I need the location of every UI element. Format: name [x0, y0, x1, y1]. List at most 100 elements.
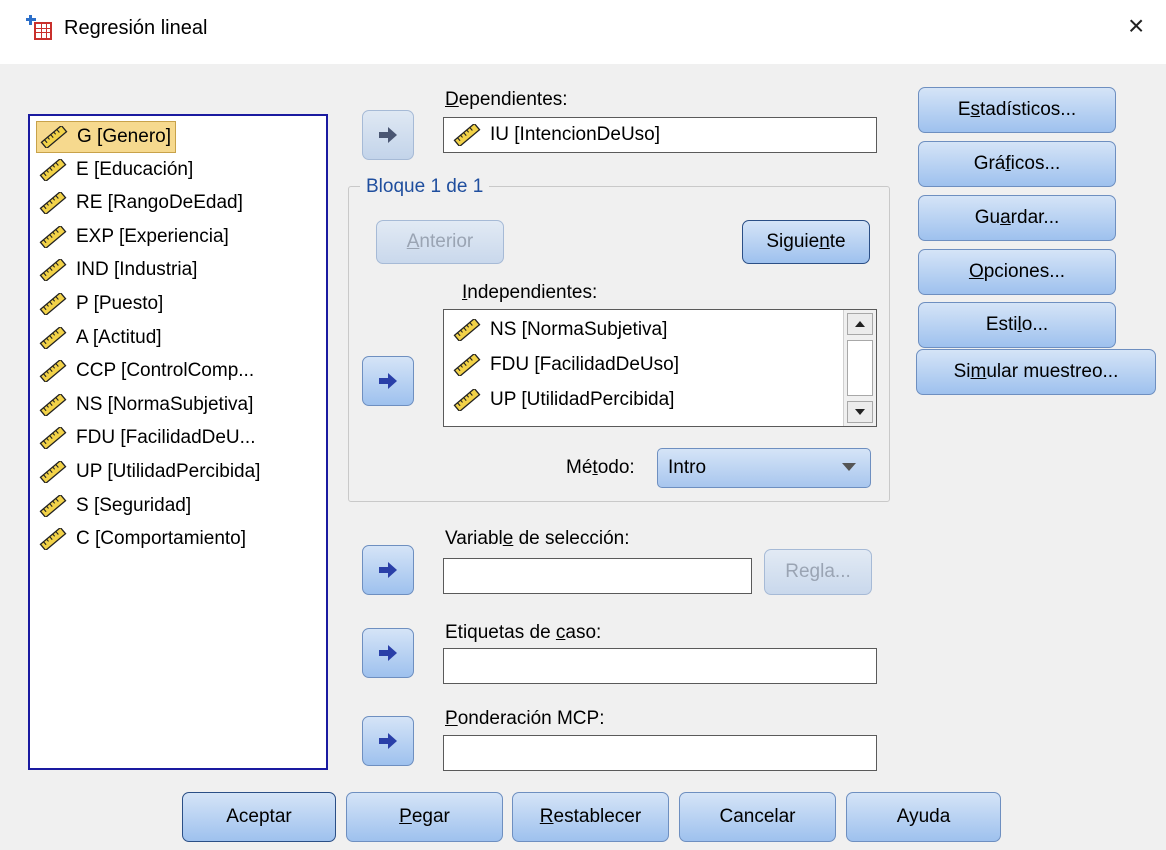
- dependent-item[interactable]: IU [IntencionDeUso]: [444, 118, 876, 152]
- case-labels-field[interactable]: [443, 648, 877, 684]
- variable-item[interactable]: EXP [Experiencia]: [36, 222, 233, 252]
- style-button[interactable]: Esti l o...: [918, 302, 1116, 348]
- dependents-field[interactable]: IU [IntencionDeUso]: [443, 117, 877, 153]
- independents-list[interactable]: NS [NormaSubjetiva] FDU [FacilidadDeUso] U…: [443, 309, 877, 427]
- variable-item[interactable]: RE [RangoDeEdad]: [36, 188, 247, 218]
- variable-item[interactable]: A [Actitud]: [36, 323, 166, 353]
- scale-ruler-icon: [453, 354, 481, 376]
- cancel-button[interactable]: Cancelar: [679, 792, 836, 842]
- variable-label: FDU [FacilidadDeU...: [76, 427, 256, 449]
- plots-button[interactable]: Grá f icos...: [918, 141, 1116, 187]
- move-to-dependents-button[interactable]: [362, 110, 414, 160]
- scale-ruler-icon: [39, 461, 67, 483]
- scroll-thumb[interactable]: [847, 340, 873, 396]
- chevron-down-icon: [842, 463, 856, 471]
- scale-ruler-icon: [39, 326, 67, 349]
- scale-ruler-icon: [453, 319, 481, 341]
- method-value: Intro: [668, 457, 707, 478]
- rule-mnemonic: g: [809, 561, 821, 582]
- arrow-right-icon: [379, 733, 397, 749]
- style-label-a: Esti: [985, 314, 1018, 335]
- paste-button[interactable]: Pegar: [346, 792, 503, 842]
- rule-label-a: Re: [785, 561, 810, 582]
- independents-label: Independientes:: [462, 282, 597, 304]
- scroll-down-icon[interactable]: [847, 401, 873, 423]
- rule-button[interactable]: Re g la...: [764, 549, 872, 595]
- independents-scrollbar[interactable]: [843, 310, 876, 426]
- scale-ruler-icon: [39, 494, 67, 517]
- move-to-selection-button[interactable]: [362, 545, 414, 595]
- variable-item[interactable]: NS [NormaSubjetiva]: [36, 390, 257, 420]
- variable-item[interactable]: P [Puesto]: [36, 289, 167, 319]
- independent-label: UP [UtilidadPercibida]: [490, 389, 675, 410]
- bootstrap-button[interactable]: Si m ular muestreo...: [916, 349, 1156, 395]
- method-select[interactable]: Intro: [657, 448, 871, 488]
- independent-item[interactable]: UP [UtilidadPercibida]: [452, 383, 674, 417]
- variable-item[interactable]: E [Educación]: [36, 155, 197, 185]
- case-label-b: aso:: [565, 622, 602, 643]
- case-mnemonic: c: [555, 622, 566, 643]
- variable-item[interactable]: FDU [FacilidadDeU...: [36, 423, 260, 453]
- title-bar: Regresión lineal ×: [0, 0, 1166, 64]
- block-title: Bloque 1 de 1: [360, 176, 490, 198]
- plots-label-b: icos...: [1010, 153, 1061, 174]
- variable-item[interactable]: C [Comportamiento]: [36, 524, 250, 554]
- wls-weight-field[interactable]: [443, 735, 877, 771]
- independents-label-rest: ndependientes:: [467, 282, 598, 303]
- independent-item[interactable]: FDU [FacilidadDeUso]: [452, 348, 679, 382]
- save-button[interactable]: Gu a rdar...: [918, 195, 1116, 241]
- variable-label: RE [RangoDeEdad]: [76, 192, 243, 214]
- statistics-label-b: tadísticos...: [980, 99, 1077, 120]
- independent-label: NS [NormaSubjetiva]: [490, 319, 668, 340]
- dependents-label-rest: ependientes:: [458, 89, 568, 110]
- statistics-mnemonic: s: [970, 99, 981, 120]
- bootstrap-label-b: ular muestreo...: [986, 361, 1119, 382]
- variable-item[interactable]: G [Genero]: [36, 121, 176, 153]
- paste-mnemonic: P: [399, 806, 412, 827]
- variable-item[interactable]: S [Seguridad]: [36, 491, 195, 521]
- next-label-a: Siguie: [766, 231, 820, 252]
- variable-label: EXP [Experiencia]: [76, 225, 229, 247]
- selection-mnemonic: e: [502, 528, 514, 549]
- arrow-right-icon: [379, 373, 397, 389]
- arrow-right-icon: [379, 127, 397, 143]
- dependents-mnemonic: D: [445, 89, 459, 110]
- variable-item[interactable]: IND [Industria]: [36, 255, 201, 285]
- previous-block-button[interactable]: Anterior: [376, 220, 504, 264]
- scale-ruler-icon: [39, 427, 67, 450]
- ok-button[interactable]: Aceptar: [182, 792, 336, 842]
- variable-label: S [Seguridad]: [76, 494, 192, 516]
- cancel-label: Cancelar: [719, 806, 796, 827]
- independent-item[interactable]: NS [NormaSubjetiva]: [452, 313, 667, 347]
- close-icon[interactable]: ×: [1128, 12, 1144, 40]
- scroll-up-icon[interactable]: [847, 313, 873, 335]
- move-to-wls-weight-button[interactable]: [362, 716, 414, 766]
- reset-button[interactable]: Restablecer: [512, 792, 669, 842]
- save-mnemonic: a: [1000, 207, 1011, 228]
- variable-item[interactable]: CCP [ControlComp...: [36, 356, 258, 386]
- save-label-b: rdar...: [1010, 207, 1060, 228]
- options-button[interactable]: Opciones...: [918, 249, 1116, 295]
- move-to-independents-button[interactable]: [362, 356, 414, 406]
- previous-mnemonic: A: [406, 231, 420, 252]
- selection-label-a: Variabl: [445, 528, 503, 549]
- next-block-button[interactable]: Siguie n te: [742, 220, 870, 264]
- save-label-a: Gu: [974, 207, 1001, 228]
- case-label-a: Etiquetas de: [445, 622, 556, 643]
- variable-label: UP [UtilidadPercibida]: [76, 461, 261, 482]
- selection-label-b: de selección:: [513, 528, 630, 549]
- help-button[interactable]: Ayuda: [846, 792, 1001, 842]
- options-mnemonic: O: [968, 261, 984, 282]
- statistics-button[interactable]: Es tadísticos...: [918, 87, 1116, 133]
- selection-variable-field[interactable]: [443, 558, 752, 594]
- variable-label: E [Educación]: [76, 158, 194, 180]
- independent-label: FDU [FacilidadDeUso]: [490, 354, 679, 375]
- variable-item[interactable]: UP [UtilidadPercibida]: [36, 457, 264, 487]
- move-to-case-labels-button[interactable]: [362, 628, 414, 678]
- dependents-label: Dependientes:: [445, 89, 568, 111]
- scale-ruler-icon: [453, 389, 481, 411]
- variable-list[interactable]: G [Genero] E [Educación] RE [RangoDeEdad] E…: [28, 114, 328, 770]
- selection-variable-label: Variable de selección:: [445, 528, 630, 550]
- reset-mnemonic: R: [539, 806, 554, 827]
- variable-label: C [Comportamiento]: [76, 528, 247, 550]
